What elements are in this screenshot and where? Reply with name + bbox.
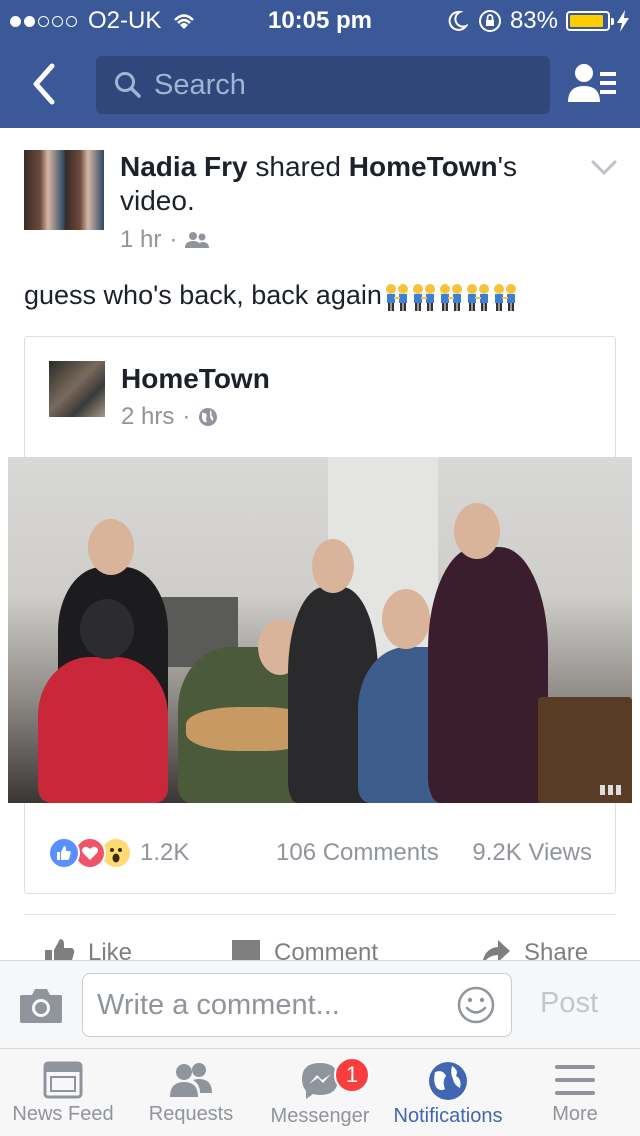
status-bar: O2-UK 10:05 pm 83% [0, 0, 640, 40]
share-button[interactable]: Share [480, 938, 588, 960]
meta-separator: · [169, 226, 178, 253]
friend-requests-icon [568, 64, 616, 102]
comment-placeholder: Write a comment... [97, 988, 340, 1021]
couple-emoji-icon [466, 283, 489, 311]
friend-requests-button[interactable] [566, 60, 620, 108]
camera-button[interactable] [18, 985, 64, 1025]
post-text: guess who's back, back again [24, 280, 519, 312]
search-input[interactable]: Search [96, 56, 550, 114]
post-options-button[interactable] [590, 158, 618, 178]
engagement-stats: 1.2K 106 Comments 9.2K Views [24, 828, 616, 878]
battery-percentage: 83% [509, 7, 558, 34]
couple-emoji-icon [385, 283, 408, 311]
video-watermark [600, 785, 624, 795]
back-button[interactable] [22, 60, 68, 108]
shared-page-link[interactable]: HomeTown [349, 151, 498, 182]
comments-count-link[interactable]: 106 Comments [276, 839, 439, 867]
shared-page-avatar[interactable] [49, 361, 105, 417]
friends-icon [185, 232, 210, 248]
moon-icon [448, 10, 468, 31]
tab-label: Requests [148, 1103, 234, 1125]
requests-icon [170, 1063, 212, 1097]
couple-emoji-icon [493, 283, 516, 311]
globe-icon [429, 1062, 467, 1100]
shared-post-meta: 2 hrs · [121, 403, 218, 431]
chevron-down-icon [591, 160, 617, 176]
search-icon [115, 72, 141, 98]
tab-label: Messenger [270, 1105, 370, 1127]
comment-label: Comment [274, 939, 379, 960]
comment-bubble-icon [232, 940, 260, 960]
reaction-count: 1.2K [140, 839, 190, 866]
status-right: 83% [448, 7, 630, 35]
camera-icon [20, 989, 62, 1023]
post-meta: 1 hr · [120, 226, 210, 254]
news-feed-icon [43, 1061, 83, 1099]
top-navigation-bar: Search [0, 40, 640, 128]
post-header: Nadia Fry shared HomeTown's video. [120, 150, 540, 218]
rotation-lock-icon [478, 10, 501, 32]
tab-label: Notifications [393, 1105, 503, 1127]
battery-icon [566, 11, 614, 31]
like-label: Like [88, 939, 133, 960]
post-timestamp[interactable]: 1 hr [120, 226, 161, 254]
chevron-left-icon [33, 63, 55, 105]
share-label: Share [524, 939, 589, 960]
like-button[interactable]: Like [44, 938, 132, 960]
comment-composer: Write a comment... Post [0, 960, 640, 1048]
tab-more[interactable]: More [520, 1049, 630, 1136]
reactions-summary[interactable]: 1.2K [48, 837, 189, 869]
search-placeholder: Search [154, 68, 246, 101]
sticker-button[interactable] [456, 985, 496, 1025]
bottom-tab-bar: News Feed Requests Messenger 1 Notificat… [0, 1048, 640, 1136]
tab-label: More [552, 1103, 598, 1125]
post-card: Nadia Fry shared HomeTown's video. 1 hr … [0, 128, 640, 960]
tab-label: News Feed [12, 1103, 114, 1125]
comment-button[interactable]: Comment [230, 938, 378, 960]
couple-emoji-icon [439, 283, 462, 311]
thumbs-up-icon [45, 939, 75, 960]
tab-news-feed[interactable]: News Feed [4, 1049, 122, 1136]
shared-post-timestamp[interactable]: 2 hrs [121, 403, 174, 431]
post-comment-button[interactable]: Post [540, 987, 598, 1020]
author-avatar[interactable] [24, 150, 104, 230]
couple-emoji-icon [412, 283, 435, 311]
tab-messenger[interactable]: Messenger 1 [262, 1049, 378, 1136]
shared-page-name[interactable]: HomeTown [121, 363, 270, 395]
smiley-icon [457, 986, 495, 1024]
comment-input[interactable]: Write a comment... [82, 973, 512, 1037]
tab-requests[interactable]: Requests [132, 1049, 250, 1136]
post-text-body: guess who's back, back again [24, 280, 382, 310]
author-name-link[interactable]: Nadia Fry [120, 151, 248, 182]
post-actions: Like Comment Share [0, 938, 640, 960]
messenger-badge: 1 [334, 1057, 370, 1093]
menu-icon [555, 1065, 595, 1095]
like-reaction-icon [48, 837, 80, 869]
messenger-icon [302, 1063, 338, 1099]
video-person [38, 657, 168, 803]
globe-icon [199, 408, 218, 426]
video-person [428, 547, 548, 803]
video-player[interactable] [8, 457, 632, 803]
charging-bolt-icon [617, 10, 629, 32]
meta-separator: · [182, 403, 191, 430]
shared-verb: shared [247, 151, 349, 182]
tab-notifications[interactable]: Notifications [384, 1049, 512, 1136]
views-count: 9.2K Views [472, 839, 592, 866]
emoji-row [384, 282, 519, 312]
divider [24, 914, 616, 915]
share-arrow-icon [482, 940, 510, 960]
